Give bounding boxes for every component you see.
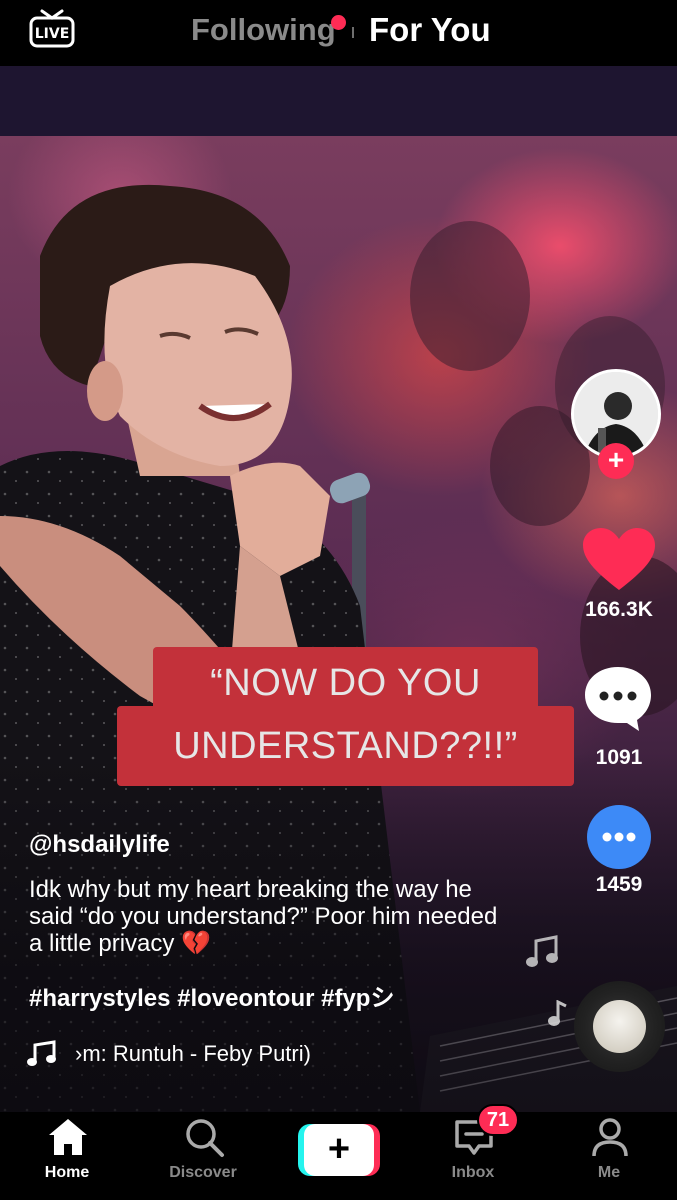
tab-for-you[interactable]: For You [369,11,491,49]
heart-icon[interactable] [583,528,655,592]
sound-title[interactable]: ›m: Runtuh - Feby Putri) [75,1041,311,1067]
nav-inbox-label: Inbox [451,1164,495,1181]
creator-username[interactable]: @hsdailylife [29,831,170,859]
sound-cover [593,1000,646,1053]
tab-following[interactable]: Following [191,12,336,48]
sound-disc[interactable] [574,981,665,1072]
create-plus-icon: + [304,1124,374,1176]
inbox-badge: 71 [477,1104,519,1136]
bottom-nav: Home Discover + Inbox Me [0,1112,677,1200]
nav-me-label: Me [597,1164,621,1181]
floating-note-icon [526,935,558,969]
post-hashtags[interactable]: #harrystyles #loveontour #fypシ [29,978,394,1013]
floating-note-icon [548,999,568,1026]
tab-divider [352,27,354,38]
comment-icon[interactable] [583,665,653,733]
comment-count: 1091 [595,746,643,769]
new-content-dot [331,15,346,30]
follow-plus-icon[interactable]: + [598,443,634,479]
caption-line-1: “NOW DO YOU [210,662,481,704]
caption-line-2: UNDERSTAND??!!” [173,725,518,767]
video-frame [0,136,677,1112]
share-count: 1459 [595,873,643,896]
create-button[interactable]: + [298,1124,380,1176]
nav-home[interactable]: Home [7,1112,127,1200]
profile-icon [589,1116,631,1158]
nav-discover[interactable]: Discover [143,1112,263,1200]
like-count: 166.3K [585,598,653,621]
nav-discover-label: Discover [169,1164,237,1181]
nav-home-label: Home [44,1164,90,1181]
search-icon [183,1116,225,1158]
home-icon [47,1116,89,1158]
share-icon[interactable] [587,805,651,869]
feed-tabs: Following For You [0,8,677,52]
post-description: Idk why but my heart breaking the way he… [29,876,498,957]
nav-me[interactable]: Me [549,1112,669,1200]
top-bar: LIVE Following For You [0,0,677,66]
music-note-icon [27,1040,57,1068]
video-letterbox [0,66,677,136]
